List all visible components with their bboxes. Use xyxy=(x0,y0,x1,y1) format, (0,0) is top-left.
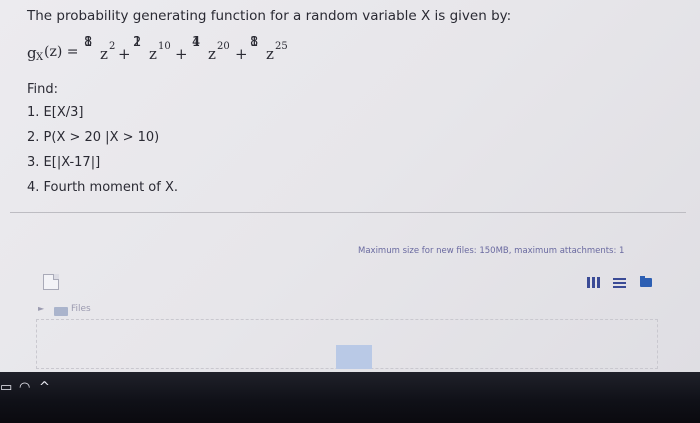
wifi-icon[interactable]: ◠ xyxy=(19,380,30,395)
find-label: Find: xyxy=(27,82,59,97)
term-1-power: 2 xyxy=(109,41,116,52)
add-file-icon[interactable] xyxy=(43,274,59,290)
question-item-2: 2. P(X > 20 |X > 10) xyxy=(27,130,160,145)
taskbar: ▭ ◠ ^ xyxy=(0,372,700,423)
grid-view-icon[interactable] xyxy=(587,277,600,288)
expand-arrow-icon[interactable]: ► xyxy=(38,304,44,313)
question-item-4: 4. Fourth moment of X. xyxy=(27,180,179,195)
question-items: 1. E[X/3] 2. P(X > 20 |X > 10) 3. E[|X-1… xyxy=(27,104,178,204)
drop-zone-button[interactable] xyxy=(336,345,372,369)
term-1-var: z xyxy=(100,45,108,63)
term-2-power: 10 xyxy=(158,41,171,52)
folder-icon xyxy=(54,307,68,316)
chevron-up-icon[interactable]: ^ xyxy=(39,380,50,395)
plus-2: + xyxy=(175,45,188,63)
term-3-power: 20 xyxy=(217,41,230,52)
question-item-1: 1. E[X/3] xyxy=(27,105,84,120)
plus-3: + xyxy=(235,45,248,63)
term-4-var: z xyxy=(266,45,274,63)
term-3-var: z xyxy=(208,45,216,63)
term-4-power: 25 xyxy=(275,41,288,52)
formula-lhs-subscript: X xyxy=(36,52,44,63)
question-block: The probability generating function for … xyxy=(27,8,512,195)
question-intro: The probability generating function for … xyxy=(27,8,512,24)
formula-lhs-arg: (z) = xyxy=(44,44,79,60)
browser-page: The probability generating function for … xyxy=(0,0,700,372)
battery-icon[interactable]: ▭ xyxy=(0,380,12,395)
term-2-var: z xyxy=(149,45,157,63)
files-label: Files xyxy=(71,304,91,314)
list-view-icon[interactable] xyxy=(613,277,626,288)
max-size-note: Maximum size for new files: 150MB, maxim… xyxy=(358,246,625,256)
question-item-3: 3. E[|X-17|] xyxy=(27,155,101,170)
pgf-formula: g X (z) = 18 z 2 + 12 z 10 + 14 z 20 + 1… xyxy=(27,35,288,64)
tree-view-folder-icon[interactable] xyxy=(640,276,652,287)
section-divider xyxy=(10,212,686,213)
plus-1: + xyxy=(118,45,131,63)
